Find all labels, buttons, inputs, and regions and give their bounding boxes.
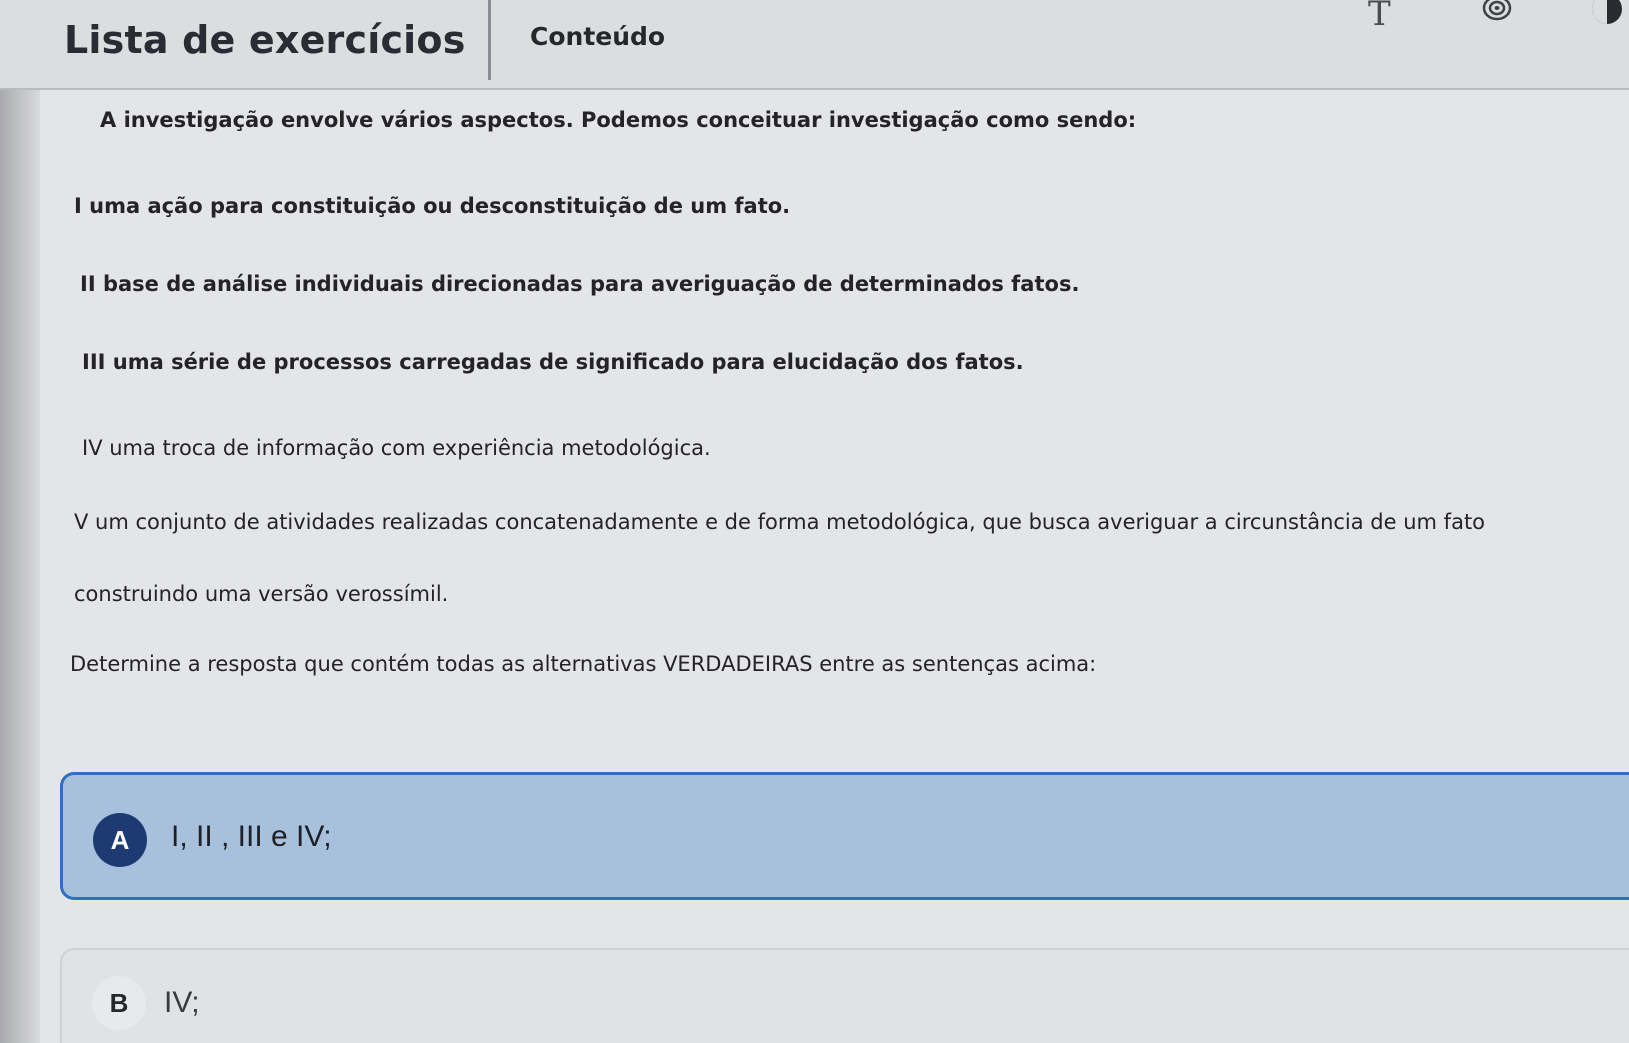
contrast-icon[interactable] [1590,0,1624,26]
question-intro: A investigação envolve vários aspectos. … [100,108,1137,132]
statement-iii: III uma série de processos carregadas de… [82,350,1024,374]
statement-iv: IV uma troca de informação com experiênc… [82,436,711,460]
page-title: Lista de exercícios [64,18,466,62]
panel-left-edge [0,90,40,1043]
statement-ii: II base de análise individuais direciona… [80,272,1080,296]
header-divider [488,0,491,80]
option-letter-b: B [92,976,146,1030]
question-prompt: Determine a resposta que contém todas as… [70,652,1097,676]
top-header: Lista de exercícios Conteúdo T [0,0,1629,90]
option-a-text: I, II , III e IV; [171,820,332,853]
target-icon[interactable] [1482,0,1512,22]
option-letter-a: A [93,813,147,867]
question-panel [0,90,1629,1043]
statement-v-line-2: construindo uma versão verossímil. [74,582,449,606]
option-a[interactable]: A I, II , III e IV; [60,772,1629,900]
option-b-text: IV; [164,986,200,1019]
option-b[interactable]: B IV; [60,948,1629,1043]
font-size-icon[interactable]: T [1368,0,1391,34]
statement-i: I uma ação para constituição ou desconst… [74,194,791,218]
tab-conteudo[interactable]: Conteúdo [530,22,665,51]
statement-v-line-1: V um conjunto de atividades realizadas c… [74,510,1486,534]
